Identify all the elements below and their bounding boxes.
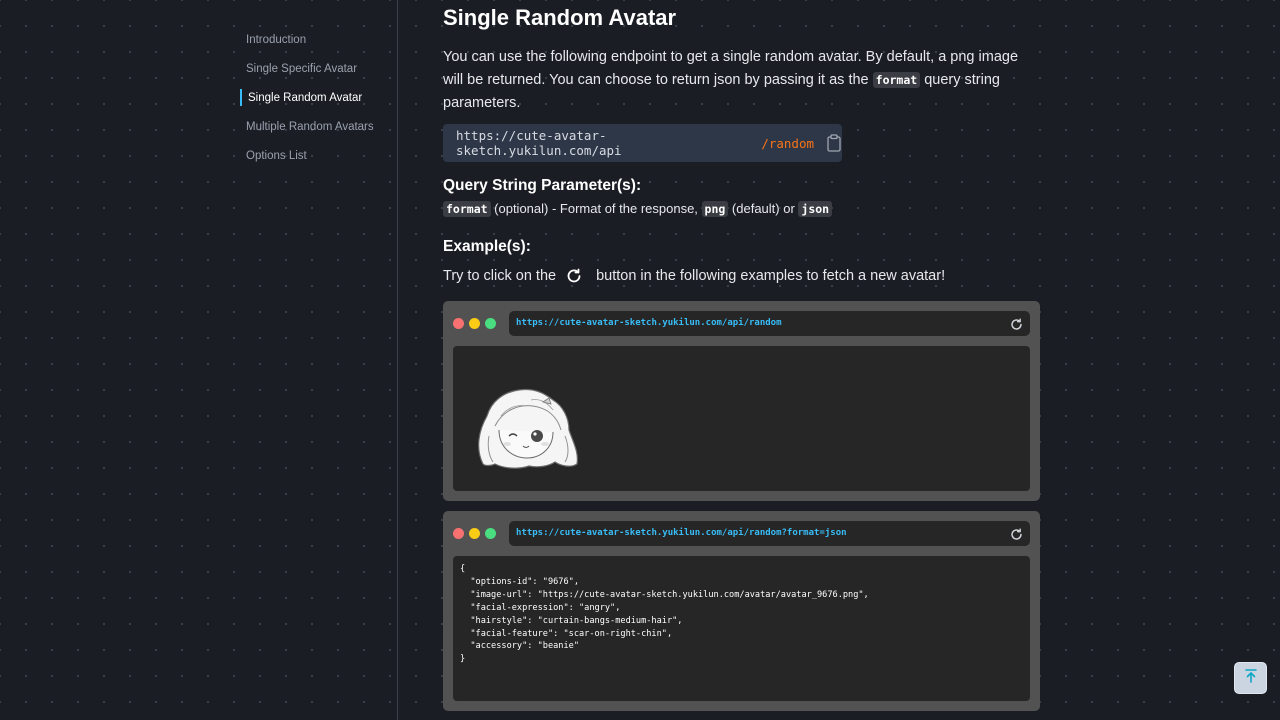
window-maximize-dot	[485, 318, 496, 329]
sidebar: Introduction Single Specific Avatar Sing…	[0, 0, 398, 720]
example-browser-json: https://cute-avatar-sketch.yukilun.com/a…	[443, 511, 1040, 711]
query-params-heading: Query String Parameter(s):	[443, 177, 642, 194]
sidebar-item-introduction[interactable]: Introduction	[240, 28, 374, 57]
browser-viewport	[453, 346, 1030, 491]
reload-button[interactable]	[1010, 527, 1023, 540]
endpoint-box: https://cute-avatar-sketch.yukilun.com/a…	[443, 124, 842, 162]
url-text: https://cute-avatar-sketch.yukilun.com/a…	[516, 318, 782, 328]
reload-button[interactable]	[1010, 317, 1023, 330]
param-png-code: png	[701, 201, 729, 217]
url-bar: https://cute-avatar-sketch.yukilun.com/a…	[509, 311, 1030, 336]
browser-viewport: { "options-id": "9676", "image-url": "ht…	[453, 556, 1030, 701]
json-response: { "options-id": "9676", "image-url": "ht…	[460, 564, 869, 665]
browser-toolbar: https://cute-avatar-sketch.yukilun.com/a…	[453, 521, 1030, 546]
url-text: https://cute-avatar-sketch.yukilun.com/a…	[516, 528, 847, 538]
back-to-top-button[interactable]	[1234, 662, 1267, 694]
window-maximize-dot	[485, 528, 496, 539]
sidebar-item-single-random-avatar[interactable]: Single Random Avatar	[240, 86, 374, 115]
param-json-code: json	[798, 201, 833, 217]
examples-hint: Try to click on the button in the follow…	[443, 268, 945, 284]
examples-hint-before: Try to click on the	[443, 268, 557, 284]
window-close-dot	[453, 528, 464, 539]
sidebar-item-multiple-random-avatars[interactable]: Multiple Random Avatars	[240, 115, 374, 144]
format-code: format	[872, 72, 921, 88]
clipboard-icon[interactable]	[826, 134, 842, 152]
example-browser-image: https://cute-avatar-sketch.yukilun.com/a…	[443, 301, 1040, 501]
window-minimize-dot	[469, 318, 480, 329]
page-title: Single Random Avatar	[443, 5, 677, 30]
param-text-1: (optional) - Format of the response,	[490, 201, 702, 216]
reload-icon	[566, 268, 582, 284]
endpoint-base: https://cute-avatar-sketch.yukilun.com/a…	[456, 128, 622, 158]
sidebar-nav: Introduction Single Specific Avatar Sing…	[240, 28, 374, 173]
browser-toolbar: https://cute-avatar-sketch.yukilun.com/a…	[453, 311, 1030, 336]
intro-paragraph: You can use the following endpoint to ge…	[443, 46, 1033, 115]
param-text-2: (default) or	[728, 201, 799, 216]
arrow-to-top-icon	[1243, 668, 1259, 689]
endpoint-path: /random	[761, 135, 814, 151]
window-close-dot	[453, 318, 464, 329]
sidebar-item-single-specific-avatar[interactable]: Single Specific Avatar	[240, 57, 374, 86]
url-bar: https://cute-avatar-sketch.yukilun.com/a…	[509, 521, 1030, 546]
examples-hint-after: button in the following examples to fetc…	[596, 268, 946, 284]
sidebar-item-options-list[interactable]: Options List	[240, 144, 374, 173]
avatar-image	[478, 388, 578, 469]
window-minimize-dot	[469, 528, 480, 539]
param-format-code: format	[443, 201, 491, 217]
examples-heading: Example(s):	[443, 238, 531, 255]
query-params-description: format (optional) - Format of the respon…	[443, 201, 833, 217]
